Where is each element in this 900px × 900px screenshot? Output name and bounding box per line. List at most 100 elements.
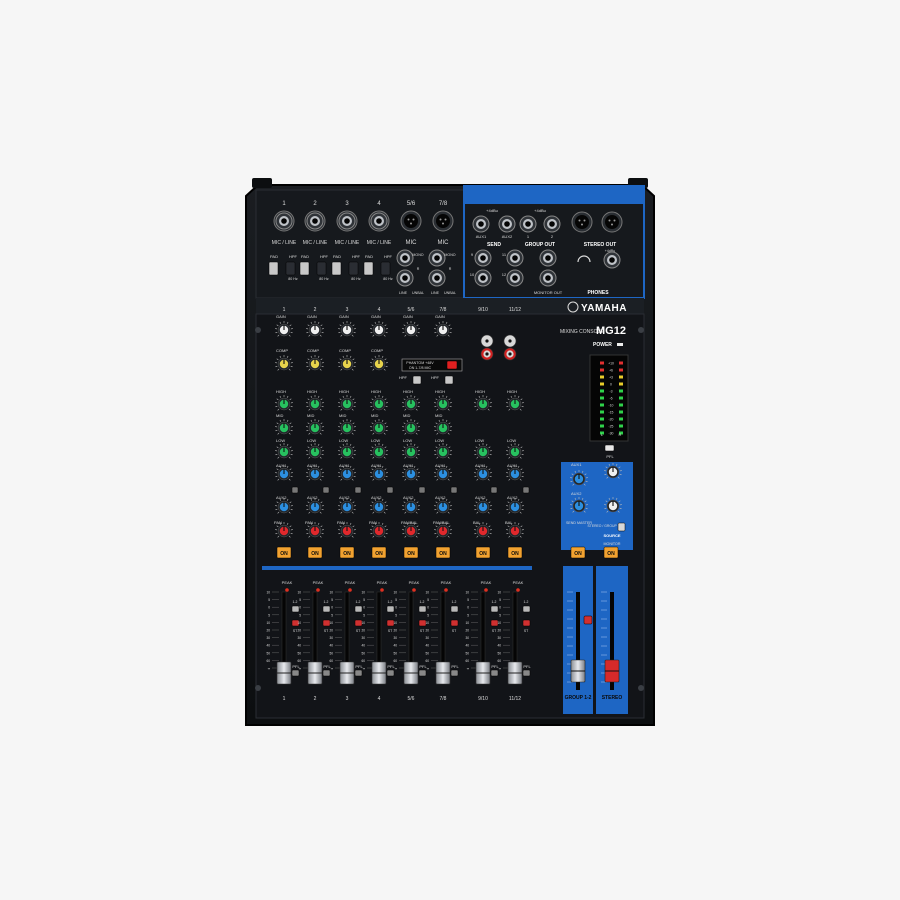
fader-scale-label: 60 bbox=[329, 659, 333, 663]
bus-1-2-button[interactable] bbox=[490, 605, 499, 613]
pfl-button[interactable] bbox=[418, 669, 427, 677]
fader-scale-label: 40 bbox=[393, 644, 397, 648]
xlr-pin bbox=[578, 219, 581, 222]
hpf-button[interactable] bbox=[444, 375, 454, 385]
monitor-out-label: MONITOR OUT bbox=[534, 290, 563, 295]
pad-button[interactable] bbox=[363, 261, 374, 276]
channel-fader[interactable] bbox=[371, 661, 387, 685]
rca-hole bbox=[485, 352, 489, 356]
source-button[interactable] bbox=[617, 522, 626, 532]
bus-1-2-button[interactable] bbox=[450, 605, 459, 613]
bus-1-2-button[interactable] bbox=[386, 605, 395, 613]
aux1-label: AUX1 bbox=[371, 463, 382, 468]
bus-1-2-button[interactable] bbox=[418, 605, 427, 613]
channel-fader[interactable] bbox=[276, 661, 292, 685]
pre-button[interactable] bbox=[522, 486, 530, 494]
hpf-button[interactable] bbox=[380, 261, 391, 276]
jack-hole bbox=[312, 218, 318, 224]
pfl-indicator[interactable] bbox=[604, 444, 615, 452]
pre-button[interactable] bbox=[490, 486, 498, 494]
bus-1-2-button[interactable] bbox=[522, 605, 531, 613]
hpf-button[interactable] bbox=[316, 261, 327, 276]
gain-label: GAIN bbox=[371, 314, 381, 319]
bus-1-2-button[interactable] bbox=[322, 605, 331, 613]
fader-scale-label: 50 bbox=[393, 651, 397, 655]
phantom-switch[interactable] bbox=[446, 360, 458, 370]
st-button[interactable] bbox=[450, 619, 459, 627]
st-button[interactable] bbox=[522, 619, 531, 627]
mid-label: MID bbox=[276, 413, 283, 418]
group-master-fader[interactable] bbox=[570, 659, 586, 683]
pfl-button[interactable] bbox=[322, 669, 331, 677]
pre-button[interactable] bbox=[291, 486, 299, 494]
pre-button[interactable] bbox=[354, 486, 362, 494]
bus-1-2-button[interactable] bbox=[291, 605, 300, 613]
pre-button[interactable] bbox=[418, 486, 426, 494]
hpf-button[interactable] bbox=[285, 261, 296, 276]
fader-scale-label: 50 bbox=[297, 651, 301, 655]
high-label: HIGH bbox=[475, 389, 485, 394]
fader-scale-label: 50 bbox=[497, 651, 501, 655]
stereo-master-fader[interactable] bbox=[604, 659, 620, 683]
st-label: ST bbox=[324, 629, 328, 633]
aux1-label: AUX1 bbox=[435, 463, 446, 468]
fader-scale-label: 30 bbox=[266, 636, 270, 640]
on-label: ON bbox=[280, 551, 288, 557]
power-label: POWER bbox=[593, 342, 612, 348]
pan-label: PAN/BAL bbox=[433, 520, 450, 525]
fader-scale-label: 10 bbox=[497, 621, 501, 625]
channel-fader[interactable] bbox=[435, 661, 451, 685]
pre-button[interactable] bbox=[386, 486, 394, 494]
pfl-button[interactable] bbox=[522, 669, 531, 677]
hpf-button[interactable] bbox=[348, 261, 359, 276]
channel-fader[interactable] bbox=[403, 661, 419, 685]
xlr-pin bbox=[608, 219, 611, 222]
group-master-label: GROUP 1-2 bbox=[565, 695, 592, 701]
fader-scale-label: 20 bbox=[266, 629, 270, 633]
aux2-label: AUX2 bbox=[475, 495, 486, 500]
pre-button[interactable] bbox=[322, 486, 330, 494]
pre-button[interactable] bbox=[450, 486, 458, 494]
fader-scale-label: 5 bbox=[499, 613, 501, 617]
fader-scale-label: 5 bbox=[363, 598, 365, 602]
fader-scale-label: 30 bbox=[297, 636, 301, 640]
meter-r-label: R bbox=[619, 432, 622, 437]
jack-hole bbox=[344, 218, 350, 224]
pfl-button[interactable] bbox=[490, 669, 499, 677]
bus-1-2-button[interactable] bbox=[354, 605, 363, 613]
fader-scale-label: 20 bbox=[497, 629, 501, 633]
jack-hole bbox=[480, 255, 486, 261]
fader-scale-label: 10 bbox=[497, 591, 501, 595]
channel-fader[interactable] bbox=[339, 661, 355, 685]
xlr-pin bbox=[442, 222, 444, 225]
group-level: +4dBu bbox=[534, 208, 546, 213]
pfl-button[interactable] bbox=[354, 669, 363, 677]
group-to-stereo-button[interactable] bbox=[583, 615, 593, 625]
high-label: HIGH bbox=[371, 389, 381, 394]
pan-label: PAN/BAL bbox=[401, 520, 418, 525]
xlr-hole bbox=[404, 214, 418, 228]
aux2-label: AUX2 bbox=[371, 495, 382, 500]
jack-hole bbox=[545, 275, 551, 281]
pfl-button[interactable] bbox=[386, 669, 395, 677]
gain-label: GAIN bbox=[339, 314, 349, 319]
channel-fader[interactable] bbox=[507, 661, 523, 685]
power-led bbox=[617, 343, 623, 346]
channel-fader[interactable] bbox=[475, 661, 491, 685]
fader-slot bbox=[512, 591, 518, 669]
pad-button[interactable] bbox=[299, 261, 310, 276]
hpf-button[interactable] bbox=[412, 375, 422, 385]
fader-scale-label: 30 bbox=[465, 636, 469, 640]
channel-fader[interactable] bbox=[307, 661, 323, 685]
r-label: R bbox=[417, 267, 420, 271]
brand-name: YAMAHA bbox=[581, 303, 627, 314]
mic-line-label: MIC / LINE bbox=[335, 240, 360, 246]
low-label: LOW bbox=[403, 438, 412, 443]
monitor-label: MONITOR bbox=[604, 542, 621, 546]
channel-number: 3 bbox=[346, 307, 349, 313]
pfl-button[interactable] bbox=[291, 669, 300, 677]
pfl-button[interactable] bbox=[450, 669, 459, 677]
fader-scale-label: 60 bbox=[425, 659, 429, 663]
pad-button[interactable] bbox=[331, 261, 342, 276]
pad-button[interactable] bbox=[268, 261, 279, 276]
